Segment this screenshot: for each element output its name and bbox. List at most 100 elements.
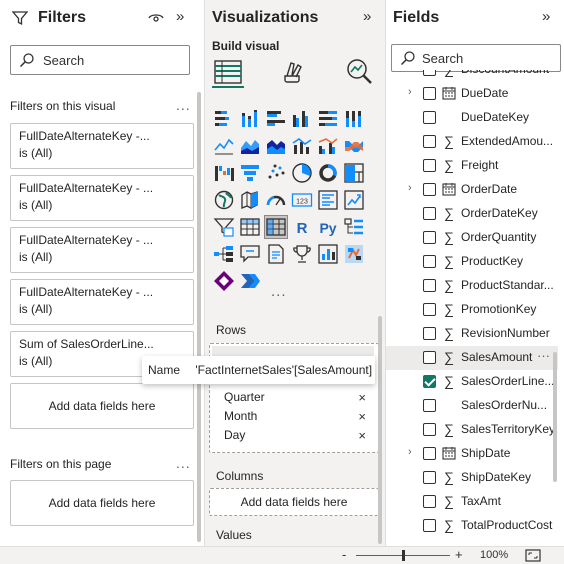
- filters-search-box[interactable]: [10, 45, 190, 75]
- more-visuals-button[interactable]: ...: [271, 283, 287, 300]
- filter-card[interactable]: FullDateAlternateKey -... is (All): [10, 123, 194, 169]
- rows-field-day[interactable]: Day ×: [210, 426, 370, 445]
- ribbon-chart-icon[interactable]: [343, 135, 365, 157]
- key-influencers-icon[interactable]: [343, 216, 365, 238]
- zoom-in-button[interactable]: +: [455, 547, 463, 562]
- field-row[interactable]: ∑ Freight: [386, 154, 558, 178]
- field-row[interactable]: ∑ ProductKey: [386, 250, 558, 274]
- field-checkbox[interactable]: [423, 207, 436, 220]
- field-row[interactable]: ∑ TotalProductCost: [386, 514, 558, 538]
- slicer-icon[interactable]: [213, 216, 235, 238]
- expand-chevron-icon[interactable]: ›: [408, 446, 412, 458]
- field-row[interactable]: ∑ TaxAmt: [386, 490, 558, 514]
- remove-field-icon[interactable]: ×: [358, 407, 366, 426]
- filter-card[interactable]: FullDateAlternateKey - ... is (All): [10, 279, 194, 325]
- funnel-chart-icon[interactable]: [239, 162, 261, 184]
- field-checkbox[interactable]: [423, 111, 436, 124]
- field-checkbox[interactable]: [423, 87, 436, 100]
- field-row[interactable]: ∑ SalesTerritoryKey: [386, 418, 558, 442]
- field-row[interactable]: › DueDate: [386, 82, 558, 106]
- field-row[interactable]: ∑ OrderDateKey: [386, 202, 558, 226]
- fit-to-page-icon[interactable]: [525, 549, 541, 562]
- field-checkbox[interactable]: [423, 70, 436, 76]
- fields-search-box[interactable]: [391, 44, 561, 72]
- field-checkbox[interactable]: [423, 375, 436, 388]
- clustered-column-chart-icon[interactable]: [291, 108, 313, 130]
- smart-narrative-icon[interactable]: [265, 243, 287, 265]
- page-filters-drop-zone[interactable]: Add data fields here: [10, 480, 194, 526]
- field-checkbox[interactable]: [423, 255, 436, 268]
- scatter-chart-icon[interactable]: [265, 162, 287, 184]
- zoom-slider-thumb[interactable]: [402, 550, 405, 561]
- fields-scrollbar[interactable]: [553, 352, 557, 482]
- python-visual-icon[interactable]: Py: [317, 216, 339, 238]
- filled-map-icon[interactable]: [239, 189, 261, 211]
- field-checkbox[interactable]: [423, 447, 436, 460]
- field-row[interactable]: › OrderDate: [386, 178, 558, 202]
- visualizations-scrollbar[interactable]: [378, 316, 382, 544]
- filter-card[interactable]: FullDateAlternateKey - ... is (All): [10, 227, 194, 273]
- line-and-column-chart-icon[interactable]: [291, 135, 313, 157]
- stacked-column-chart-icon[interactable]: [239, 108, 261, 130]
- field-row[interactable]: ∑ ShipDateKey: [386, 466, 558, 490]
- field-checkbox[interactable]: [423, 327, 436, 340]
- card-icon[interactable]: 123: [291, 189, 313, 211]
- field-checkbox[interactable]: [423, 279, 436, 292]
- matrix-icon[interactable]: [264, 215, 288, 239]
- field-checkbox[interactable]: [423, 519, 436, 532]
- power-bi-bot-icon[interactable]: [213, 270, 235, 292]
- waterfall-chart-icon[interactable]: [213, 162, 235, 184]
- field-row[interactable]: ∑ PromotionKey: [386, 298, 558, 322]
- kpi-icon[interactable]: [343, 189, 365, 211]
- clustered-bar-chart-icon[interactable]: [265, 108, 287, 130]
- expand-chevron-icon[interactable]: ›: [408, 182, 412, 194]
- field-checkbox[interactable]: [423, 399, 436, 412]
- field-checkbox[interactable]: [423, 351, 436, 364]
- 100-stacked-column-chart-icon[interactable]: [343, 108, 365, 130]
- eye-icon[interactable]: [148, 12, 164, 24]
- filters-search-input[interactable]: [43, 51, 163, 69]
- format-visual-tab[interactable]: [278, 56, 310, 88]
- field-checkbox[interactable]: [423, 231, 436, 244]
- field-checkbox[interactable]: [423, 135, 436, 148]
- field-row[interactable]: ∑ SalesOrderLine...: [386, 370, 558, 394]
- rows-field-month[interactable]: Month ×: [210, 407, 370, 426]
- analytics-tab[interactable]: [343, 56, 375, 88]
- visual-filters-more-button[interactable]: ...: [176, 97, 191, 113]
- filters-scrollbar[interactable]: [197, 92, 201, 542]
- field-row[interactable]: DueDateKey: [386, 106, 558, 130]
- stacked-bar-chart-icon[interactable]: [213, 108, 235, 130]
- field-row[interactable]: ∑ ProductStandar...: [386, 274, 558, 298]
- field-row[interactable]: ∑ DiscountAmount: [386, 70, 558, 82]
- field-row[interactable]: ∑ OrderQuantity: [386, 226, 558, 250]
- r-visual-icon[interactable]: R: [291, 216, 313, 238]
- zoom-out-button[interactable]: -: [342, 547, 346, 562]
- power-automate-icon[interactable]: [343, 243, 365, 265]
- columns-drop-zone[interactable]: Add data fields here: [209, 488, 379, 516]
- visual-filters-drop-zone[interactable]: Add data fields here: [10, 383, 194, 429]
- donut-chart-icon[interactable]: [317, 162, 339, 184]
- 100-stacked-bar-chart-icon[interactable]: [317, 108, 339, 130]
- field-row[interactable]: SalesOrderNu...: [386, 394, 558, 418]
- decomposition-tree-icon[interactable]: [213, 243, 235, 265]
- field-row[interactable]: › ShipDate: [386, 442, 558, 466]
- field-checkbox[interactable]: [423, 471, 436, 484]
- power-apps-icon[interactable]: [317, 243, 339, 265]
- table-icon[interactable]: [239, 216, 261, 238]
- line-and-clustered-column-chart-icon[interactable]: [317, 135, 339, 157]
- zoom-level[interactable]: 100%: [480, 549, 508, 561]
- fields-search-input[interactable]: [422, 49, 542, 67]
- paginated-report-icon[interactable]: [291, 243, 313, 265]
- remove-field-icon[interactable]: ×: [358, 426, 366, 445]
- stacked-area-chart-icon[interactable]: [265, 135, 287, 157]
- field-row[interactable]: ∑ RevisionNumber: [386, 322, 558, 346]
- field-row[interactable]: ∑ SalesAmount ···: [386, 346, 558, 370]
- area-chart-icon[interactable]: [239, 135, 261, 157]
- chevron-visual-icon[interactable]: [239, 270, 261, 292]
- field-checkbox[interactable]: [423, 183, 436, 196]
- field-row[interactable]: ∑ ExtendedAmou...: [386, 130, 558, 154]
- field-checkbox[interactable]: [423, 423, 436, 436]
- line-chart-icon[interactable]: [213, 135, 235, 157]
- pie-chart-icon[interactable]: [291, 162, 313, 184]
- collapse-visualizations-icon[interactable]: »: [363, 8, 371, 26]
